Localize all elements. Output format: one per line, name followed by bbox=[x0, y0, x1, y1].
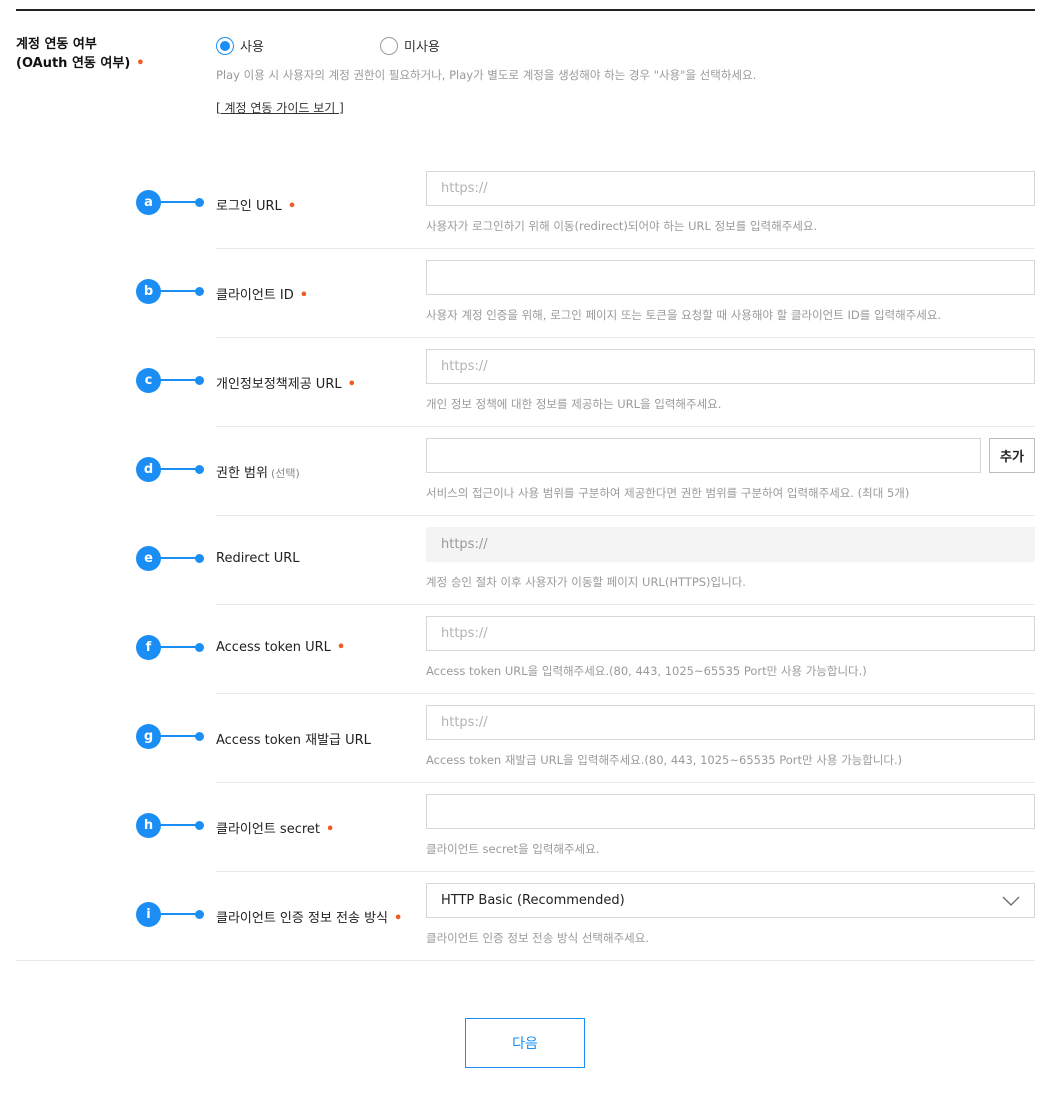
refresh-token-url-help: Access token 재발급 URL을 입력해주세요.(80, 443, 1… bbox=[426, 753, 903, 767]
required-mark: • bbox=[299, 288, 309, 303]
marker-g: g bbox=[136, 724, 161, 749]
chevron-down-icon bbox=[1002, 896, 1020, 906]
marker-connector bbox=[160, 824, 198, 826]
marker-connector bbox=[160, 290, 198, 292]
oauth-label-line2: (OAuth 연동 여부) bbox=[16, 56, 131, 71]
required-mark: • bbox=[136, 56, 145, 71]
marker-connector bbox=[160, 646, 198, 648]
marker-f: f bbox=[136, 635, 161, 660]
marker-dot bbox=[195, 554, 204, 563]
marker-dot bbox=[195, 732, 204, 741]
field-row-access-token-url: f Access token URL • Access token URL을 입력… bbox=[0, 605, 1050, 694]
field-row-login-url: a 로그인 URL • 사용자가 로그인하기 위해 이동(redirect)되어야… bbox=[0, 160, 1050, 249]
redirect-url-help: 계정 승인 절차 이후 사용자가 이동할 페이지 URL(HTTPS)입니다. bbox=[426, 575, 746, 589]
field-row-client-secret: h 클라이언트 secret • 클라이언트 secret을 입력해주세요. bbox=[0, 783, 1050, 872]
client-secret-input[interactable] bbox=[426, 794, 1035, 829]
field-row-auth-method: i 클라이언트 인증 정보 전송 방식 • HTTP Basic (Recomme… bbox=[0, 872, 1050, 961]
auth-method-select[interactable]: HTTP Basic (Recommended) bbox=[426, 883, 1035, 918]
field-row-refresh-token-url: g Access token 재발급 URL Access token 재발급 … bbox=[0, 694, 1050, 783]
privacy-url-help: 개인 정보 정책에 대한 정보를 제공하는 URL을 입력해주세요. bbox=[426, 397, 722, 411]
top-divider bbox=[16, 9, 1035, 11]
access-token-url-label-text: Access token URL bbox=[216, 640, 331, 655]
marker-dot bbox=[195, 643, 204, 652]
field-row-client-id: b 클라이언트 ID • 사용자 계정 인증을 위해, 로그인 페이지 또는 토큰… bbox=[0, 249, 1050, 338]
required-mark: • bbox=[336, 640, 346, 655]
radio-use[interactable]: 사용 bbox=[216, 36, 264, 55]
auth-method-label: 클라이언트 인증 정보 전송 방식 • bbox=[216, 907, 402, 926]
marker-d: d bbox=[136, 457, 161, 482]
refresh-token-url-label-text: Access token 재발급 URL bbox=[216, 733, 371, 748]
oauth-help-text: Play 이용 시 사용자의 계정 권한이 필요하거나, Play가 별도로 계… bbox=[216, 68, 757, 82]
radio-checked-icon bbox=[216, 36, 234, 55]
marker-dot bbox=[195, 465, 204, 474]
access-token-url-label: Access token URL • bbox=[216, 640, 345, 655]
login-url-help: 사용자가 로그인하기 위해 이동(redirect)되어야 하는 URL 정보를… bbox=[426, 219, 818, 233]
client-id-label-text: 클라이언트 ID bbox=[216, 288, 294, 303]
scope-help: 서비스의 접근이나 사용 범위를 구분하여 제공한다면 권한 범위를 구분하여 … bbox=[426, 486, 910, 500]
marker-dot bbox=[195, 287, 204, 296]
required-mark: • bbox=[326, 822, 335, 837]
login-url-input[interactable] bbox=[426, 171, 1035, 206]
marker-connector bbox=[160, 557, 198, 559]
marker-b: b bbox=[136, 279, 161, 304]
login-url-label-text: 로그인 URL bbox=[216, 199, 282, 214]
marker-a: a bbox=[136, 190, 161, 215]
refresh-token-url-input[interactable] bbox=[426, 705, 1035, 740]
required-mark: • bbox=[287, 199, 297, 214]
marker-dot bbox=[195, 821, 204, 830]
client-id-help: 사용자 계정 인증을 위해, 로그인 페이지 또는 토큰을 요청할 때 사용해야… bbox=[426, 308, 942, 322]
oauth-label-line1: 계정 연동 여부 bbox=[16, 37, 97, 52]
access-token-url-help: Access token URL을 입력해주세요.(80, 443, 1025~… bbox=[426, 664, 867, 678]
radio-unchecked-icon bbox=[380, 36, 398, 55]
privacy-url-label-text: 개인정보정책제공 URL bbox=[216, 377, 342, 392]
oauth-label: 계정 연동 여부 (OAuth 연동 여부) • bbox=[16, 35, 145, 73]
oauth-guide-link[interactable]: [ 계정 연동 가이드 보기 ] bbox=[216, 99, 344, 116]
field-row-redirect-url: e Redirect URL 계정 승인 절차 이후 사용자가 이동할 페이지 … bbox=[0, 516, 1050, 605]
next-button[interactable]: 다음 bbox=[465, 1018, 585, 1068]
auth-method-selected: HTTP Basic (Recommended) bbox=[441, 893, 625, 908]
privacy-url-input[interactable] bbox=[426, 349, 1035, 384]
privacy-url-label: 개인정보정책제공 URL • bbox=[216, 373, 356, 392]
marker-i: i bbox=[136, 902, 161, 927]
redirect-url-label: Redirect URL bbox=[216, 551, 300, 566]
scope-input[interactable] bbox=[426, 438, 981, 473]
marker-dot bbox=[195, 198, 204, 207]
row-divider bbox=[16, 960, 1035, 961]
required-mark: • bbox=[394, 911, 403, 926]
radio-unused[interactable]: 미사용 bbox=[380, 36, 440, 55]
marker-e: e bbox=[136, 546, 161, 571]
field-row-scope: d 권한 범위 (선택) 추가 서비스의 접근이나 사용 범위를 구분하여 제공한… bbox=[0, 427, 1050, 516]
login-url-label: 로그인 URL • bbox=[216, 195, 296, 214]
marker-connector bbox=[160, 201, 198, 203]
radio-unused-label: 미사용 bbox=[404, 40, 440, 55]
scope-label: 권한 범위 (선택) bbox=[216, 462, 300, 481]
client-id-label: 클라이언트 ID • bbox=[216, 284, 308, 303]
required-mark: • bbox=[347, 377, 356, 392]
marker-connector bbox=[160, 379, 198, 381]
marker-connector bbox=[160, 468, 198, 470]
marker-h: h bbox=[136, 813, 161, 838]
add-scope-button[interactable]: 추가 bbox=[989, 438, 1035, 473]
client-secret-help: 클라이언트 secret을 입력해주세요. bbox=[426, 842, 600, 856]
radio-use-label: 사용 bbox=[240, 40, 264, 55]
access-token-url-input[interactable] bbox=[426, 616, 1035, 651]
optional-tag: (선택) bbox=[270, 467, 300, 480]
marker-dot bbox=[195, 376, 204, 385]
redirect-url-field bbox=[426, 527, 1035, 562]
marker-c: c bbox=[136, 368, 161, 393]
auth-method-help: 클라이언트 인증 정보 전송 방식 선택해주세요. bbox=[426, 931, 649, 945]
client-id-input[interactable] bbox=[426, 260, 1035, 295]
field-row-privacy-url: c 개인정보정책제공 URL • 개인 정보 정책에 대한 정보를 제공하는 UR… bbox=[0, 338, 1050, 427]
marker-dot bbox=[195, 910, 204, 919]
scope-label-text: 권한 범위 bbox=[216, 466, 268, 481]
refresh-token-url-label: Access token 재발급 URL bbox=[216, 729, 371, 748]
client-secret-label: 클라이언트 secret • bbox=[216, 818, 334, 837]
marker-connector bbox=[160, 735, 198, 737]
redirect-url-label-text: Redirect URL bbox=[216, 551, 300, 566]
client-secret-label-text: 클라이언트 secret bbox=[216, 822, 321, 837]
marker-connector bbox=[160, 913, 198, 915]
auth-method-label-text: 클라이언트 인증 정보 전송 방식 bbox=[216, 911, 389, 926]
